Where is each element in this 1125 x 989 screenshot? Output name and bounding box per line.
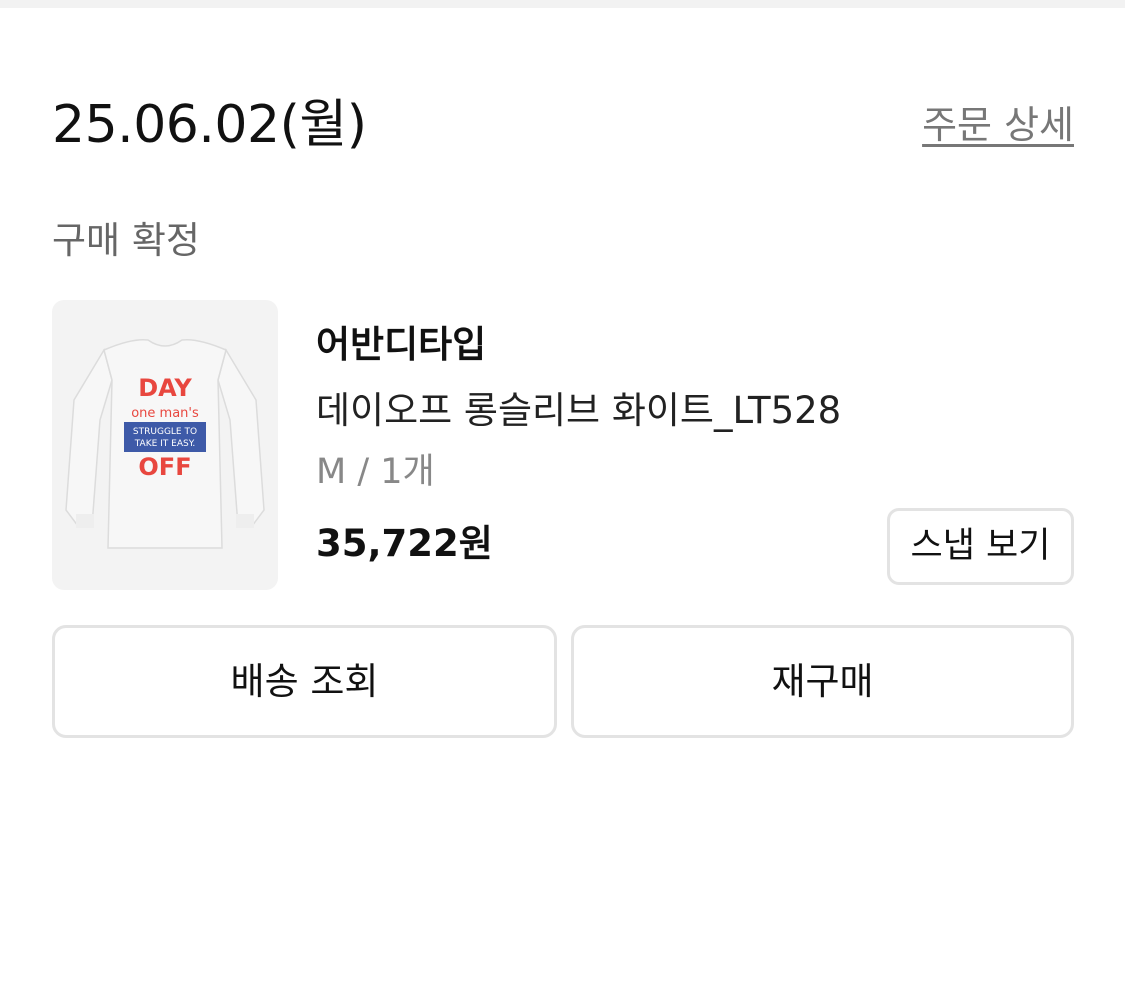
long-sleeve-tshirt-image: DAY one man's STRUGGLE TO TAKE IT EASY. … bbox=[65, 338, 265, 549]
order-date: 25.06.02(월) bbox=[52, 95, 367, 155]
rebuy-button[interactable]: 재구매 bbox=[571, 625, 1074, 738]
print-day: DAY bbox=[138, 374, 192, 402]
track-delivery-button[interactable]: 배송 조회 bbox=[52, 625, 557, 738]
order-status: 구매 확정 bbox=[52, 219, 200, 262]
product-name[interactable]: 데이오프 롱슬리브 화이트_LT528 bbox=[316, 382, 841, 440]
print-struggle: STRUGGLE TO bbox=[133, 427, 197, 437]
right-cuff bbox=[236, 514, 254, 528]
product-image[interactable]: DAY one man's STRUGGLE TO TAKE IT EASY. … bbox=[52, 300, 278, 590]
right-sleeve bbox=[217, 348, 265, 527]
top-divider bbox=[0, 0, 1125, 8]
order-header: 25.06.02(월) 주문 상세 bbox=[52, 88, 1074, 168]
order-detail-link[interactable]: 주문 상세 bbox=[922, 100, 1074, 150]
left-cuff bbox=[76, 514, 94, 528]
print-one-mans: one man's bbox=[131, 406, 199, 421]
print-off: OFF bbox=[138, 453, 191, 481]
left-sleeve bbox=[65, 348, 113, 527]
product-price: 35,722원 bbox=[316, 522, 493, 565]
product-option: M / 1개 bbox=[316, 452, 435, 492]
brand-name[interactable]: 어반디타입 bbox=[316, 318, 841, 372]
print-take-it-easy: TAKE IT EASY. bbox=[134, 439, 196, 449]
view-snap-button[interactable]: 스냅 보기 bbox=[887, 508, 1074, 585]
product-info: 어반디타입 데이오프 롱슬리브 화이트_LT528 M / 1개 35,722원 bbox=[316, 318, 841, 572]
